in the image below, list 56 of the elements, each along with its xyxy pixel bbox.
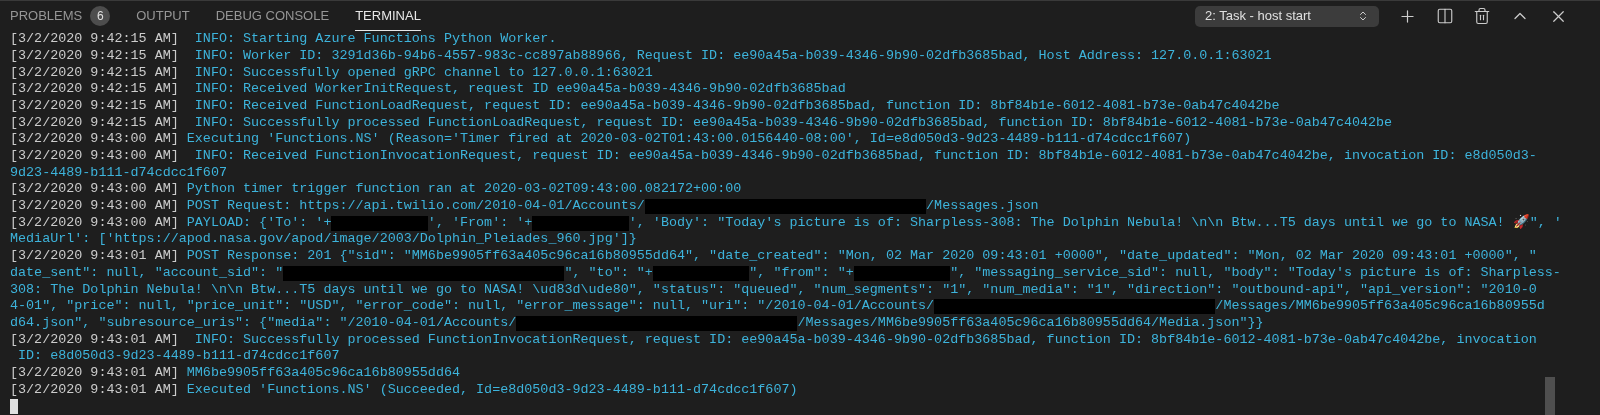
- log-text: date_sent": null, "account_sid": ": [10, 264, 284, 282]
- log-text: /Messages.json: [926, 198, 1039, 215]
- trash-icon[interactable]: [1473, 7, 1491, 26]
- timestamp: [3/2/2020 9:42:15 AM]: [10, 31, 179, 48]
- log-text: Python timer trigger function ran at 2020-03-02T09:43:00.082172+00:00: [185, 181, 742, 199]
- terminal-select[interactable]: 2: Task - host start: [1195, 5, 1379, 27]
- log-text: /Messages/MM6be9905ff63a405c96ca16b80955dd64/Media.json"}}: [797, 314, 1264, 332]
- log-text: 9d23-4489-b111-d74cdcc1f607: [10, 164, 227, 182]
- log-text: Executed 'Functions.NS' (Succeeded, Id=e8d050d3-9d23-4489-b111-d74cdcc1f607): [185, 381, 798, 399]
- timestamp: [3/2/2020 9:42:15 AM]: [10, 64, 179, 82]
- dropdown-caret-icon: [1357, 10, 1369, 23]
- log-text: 308: The Dolphin Nebula! \n\n Btw...T5 days until we go to NASA! \ud83d\ude80", "status": "queued", "num_segments": "1", "num_media": "1", "direction": "outbound-api", "api_version": "2010-0: [10, 281, 1537, 299]
- panel-tab[interactable]: TERMINAL: [355, 1, 421, 32]
- cursor: [10, 399, 18, 415]
- log-text: ", "messaging_service_sid": null, "body": "Today's picture is of: Sharpless-: [950, 264, 1561, 282]
- split-icon[interactable]: [1436, 7, 1454, 26]
- timestamp: [3/2/2020 9:43:00 AM]: [10, 214, 179, 232]
- timestamp: [3/2/2020 9:43:00 AM]: [10, 131, 179, 148]
- log-text: ID: e8d050d3-9d23-4489-b111-d74cdcc1f607: [17, 348, 340, 365]
- log-text: POST Request: https://api.twilio.com/2010-04-01/Accounts/: [185, 198, 645, 215]
- log-text: ', 'From': '+: [427, 214, 533, 232]
- log-text: INFO: Received FunctionLoadRequest, request ID: ee90a45a-b039-4346-9b90-02dfb3685bad, function ID: 8bf84b1e-6012-4081-b73e-0ab47c4042be: [193, 97, 1280, 115]
- log-text: ", "to": "+: [564, 264, 653, 282]
- log-text: INFO: Received WorkerInitRequest, request ID ee90a45a-b039-4346-9b90-02dfb3685bad: [193, 81, 846, 98]
- timestamp: [3/2/2020 9:43:01 AM]: [10, 248, 179, 265]
- timestamp: [3/2/2020 9:42:15 AM]: [10, 47, 179, 65]
- timestamp: [3/2/2020 9:43:01 AM]: [10, 331, 179, 349]
- log-text: INFO: Starting Azure Functions Python Worker.: [193, 31, 557, 48]
- timestamp: [3/2/2020 9:43:00 AM]: [10, 198, 179, 215]
- log-text: MM6be9905ff63a405c96ca16b80955dd64: [185, 364, 460, 382]
- timestamp: [3/2/2020 9:43:00 AM]: [10, 181, 179, 199]
- log-text: INFO: Received FunctionInvocationRequest, request ID: ee90a45a-b039-4346-9b90-02dfb3685bad, function ID: 8bf84b1e-6012-4081-b73e-0ab47c4042be, invocation ID: e8d050d3-: [193, 148, 1537, 165]
- timestamp: [3/2/2020 9:42:15 AM]: [10, 81, 179, 98]
- log-text: INFO: Successfully processed FunctionInvocationRequest, request ID: ee90a45a-b039-4346-9b90-02dfb3685bad, function ID: 8bf84b1e-6012-4081-b73e-0ab47c4042be, invocation: [193, 331, 1537, 349]
- log-text: INFO: Successfully opened gRPC channel to 127.0.0.1:63021: [193, 64, 653, 82]
- panel-tab[interactable]: OUTPUT: [136, 1, 190, 32]
- log-text: 4-01", "price": null, "price_unit": "USD", "error_code": null, "error_message": null, "uri": "/2010-04-01/Accounts/: [10, 298, 935, 315]
- log-text: INFO: Successfully processed FunctionLoadRequest, request ID: ee90a45a-b039-4346-9b90-02dfb3685bad, function ID: 8bf84b1e-6012-4081-b73e-0ab47c4042be: [193, 114, 1393, 132]
- log-text: ", "from": "+: [749, 264, 854, 282]
- log-text: Executing 'Functions.NS' (Reason='Timer fired at 2020-03-02T01:43:00.0156440-08:00', Id=e8d050d3-9d23-4489-b111-d74cdcc1f607): [185, 131, 1192, 148]
- count-badge: 6: [90, 5, 111, 26]
- scrollbar-thumb[interactable]: [1545, 377, 1555, 415]
- panel-tab[interactable]: PROBLEMS 6: [10, 1, 111, 32]
- log-text: PAYLOAD: {'To': '+: [185, 214, 332, 232]
- timestamp: [3/2/2020 9:43:01 AM]: [10, 364, 179, 382]
- timestamp: [3/2/2020 9:43:00 AM]: [10, 148, 179, 165]
- panel-tab[interactable]: DEBUG CONSOLE: [215, 1, 330, 32]
- log-text: /Messages/MM6be9905ff63a405c96ca16b80955d: [1215, 298, 1545, 315]
- log-text: MediaUrl': ['https://apod.nasa.gov/apod/image/2003/Dolphin_Pleiades_960.jpg']}: [10, 231, 637, 249]
- timestamp: [3/2/2020 9:42:15 AM]: [10, 97, 179, 115]
- log-text: INFO: Worker ID: 3291d36b-94b6-4557-983c-cc897ab88966, Request ID: ee90a45a-b039-4346-9b90-02dfb3685bad, Host Address: 127.0.0.1:63021: [193, 47, 1272, 65]
- timestamp: [3/2/2020 9:42:15 AM]: [10, 114, 179, 132]
- log-text: ', 'Body': "Today's picture is of: Sharpless-308: The Dolphin Nebula! \n\n Btw...T5 days until we go to NASA! 🚀", ': [628, 214, 1562, 232]
- log-text: POST Response: 201 {"sid": "MM6be9905ff63a405c96ca16b80955dd64", "date_created": "Mon, 02 Mar 2020 09:43:01 +0000", "date_updated": "Mon, 02 Mar 2020 09:43:01 +0000", ": [185, 248, 1537, 265]
- timestamp: [3/2/2020 9:43:01 AM]: [10, 381, 179, 399]
- log-text: d64.json", "subresource_uris": {"media": "/2010-04-01/Accounts/: [10, 314, 517, 332]
